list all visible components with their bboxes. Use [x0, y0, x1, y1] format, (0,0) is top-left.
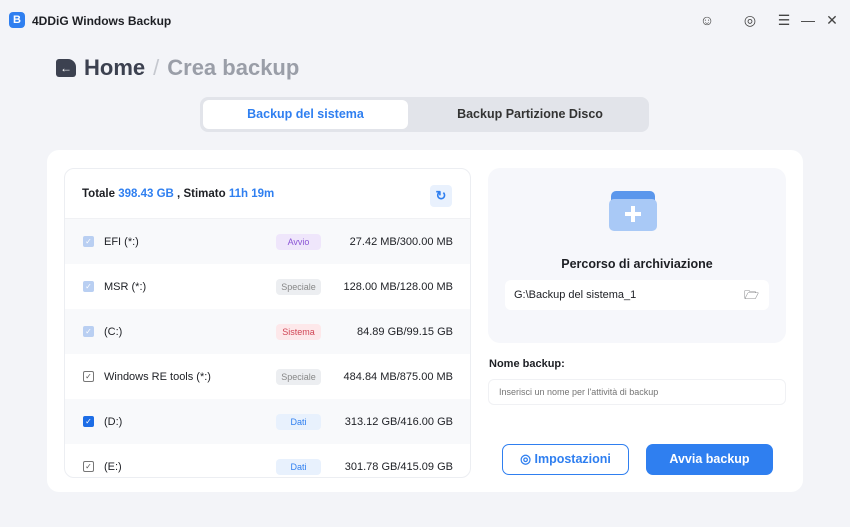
partition-row[interactable]: ✓ (E:) Dati 301.78 GB/415.09 GB [65, 444, 470, 477]
partition-name: (D:) [104, 415, 123, 428]
estimate-label: Stimato [183, 187, 226, 200]
minimize-icon[interactable]: — [799, 11, 817, 29]
partition-checkbox[interactable]: ✓ [83, 326, 94, 337]
partition-checkbox[interactable]: ✓ [83, 371, 94, 382]
partition-name: (E:) [104, 460, 122, 473]
settings-button-label: Impostazioni [534, 452, 611, 466]
start-backup-button[interactable]: Avvia backup [646, 444, 773, 475]
close-icon[interactable]: ✕ [823, 11, 841, 29]
home-back-icon[interactable]: ← [56, 59, 76, 77]
partition-checkbox[interactable]: ✓ [83, 281, 94, 292]
summary-separator: , [177, 187, 181, 200]
breadcrumb-separator: / [153, 55, 160, 80]
partition-size: 128.00 MB/128.00 MB [343, 280, 453, 293]
partition-type-badge: Sistema [276, 323, 321, 340]
estimate-value: 11h 19m [228, 187, 275, 200]
partition-size: 84.89 GB/99.15 GB [356, 325, 453, 338]
refresh-icon[interactable]: ↻ [430, 185, 452, 207]
summary-header: Totale 398.43 GB , Stimato 11h 19m ↻ [65, 169, 470, 219]
settings-icon[interactable]: ◎ [741, 11, 759, 29]
main-card: Totale 398.43 GB , Stimato 11h 19m ↻ ✓ E… [47, 150, 803, 492]
settings-gear-icon: ◎ [520, 452, 535, 466]
partition-size: 484.84 MB/875.00 MB [343, 370, 453, 383]
partition-name: MSR (*:) [104, 280, 147, 293]
title-bar: B 4DDiG Windows Backup ☺ ◎ ☰ — ✕ [0, 0, 850, 40]
partition-checkbox[interactable]: ✓ [83, 461, 94, 472]
backup-name-input[interactable] [488, 379, 786, 405]
partition-type-badge: Speciale [276, 368, 321, 385]
partition-name: EFI (*:) [104, 235, 139, 248]
tab-system-backup[interactable]: Backup del sistema [203, 100, 408, 129]
total-label: Totale [82, 187, 116, 200]
partition-row[interactable]: ✓ (D:) Dati 313.12 GB/416.00 GB [65, 399, 470, 444]
partition-checkbox[interactable]: ✓ [83, 236, 94, 247]
partition-row[interactable]: ✓ (C:) Sistema 84.89 GB/99.15 GB [65, 309, 470, 354]
breadcrumb-current: Crea backup [167, 55, 300, 80]
partition-type-badge: Speciale [276, 278, 321, 295]
app-title: 4DDiG Windows Backup [32, 14, 172, 28]
add-folder-icon[interactable] [605, 185, 661, 235]
partition-size: 313.12 GB/416.00 GB [344, 415, 453, 428]
menu-icon[interactable]: ☰ [775, 11, 793, 29]
partition-size: 301.78 GB/415.09 GB [344, 460, 453, 473]
partition-name: Windows RE tools (*:) [104, 370, 211, 383]
partition-checkbox[interactable]: ✓ [83, 416, 94, 427]
browse-folder-icon[interactable]: 🗁 [744, 280, 759, 310]
total-value: 398.43 GB [118, 187, 174, 200]
partition-row[interactable]: ✓ MSR (*:) Speciale 128.00 MB/128.00 MB [65, 264, 470, 309]
partition-row[interactable]: ✓ EFI (*:) Avvio 27.42 MB/300.00 MB [65, 219, 470, 264]
breadcrumb-home[interactable]: Home [84, 55, 145, 81]
destination-path: G:\Backup del sistema_1 [514, 289, 637, 301]
partition-name: (C:) [104, 325, 123, 338]
breadcrumb: ← Home / Crea backup [56, 55, 299, 81]
partition-type-badge: Avvio [276, 233, 321, 250]
destination-panel: Percorso di archiviazione G:\Backup del … [488, 168, 786, 343]
backup-type-tabs: Backup del sistema Backup Partizione Dis… [200, 97, 649, 132]
backup-name-label: Nome backup: [489, 358, 565, 370]
app-logo-icon: B [9, 12, 25, 28]
partition-list: Totale 398.43 GB , Stimato 11h 19m ↻ ✓ E… [64, 168, 471, 478]
user-icon[interactable]: ☺ [698, 11, 716, 29]
partition-size: 27.42 MB/300.00 MB [349, 235, 453, 248]
partition-type-badge: Dati [276, 413, 321, 430]
tab-partition-backup[interactable]: Backup Partizione Disco [430, 100, 630, 129]
destination-path-field[interactable]: G:\Backup del sistema_1 🗁 [505, 280, 769, 310]
destination-title: Percorso di archiviazione [561, 257, 713, 271]
settings-button[interactable]: ◎ Impostazioni [502, 444, 629, 475]
partition-row[interactable]: ✓ Windows RE tools (*:) Speciale 484.84 … [65, 354, 470, 399]
partition-type-badge: Dati [276, 458, 321, 475]
